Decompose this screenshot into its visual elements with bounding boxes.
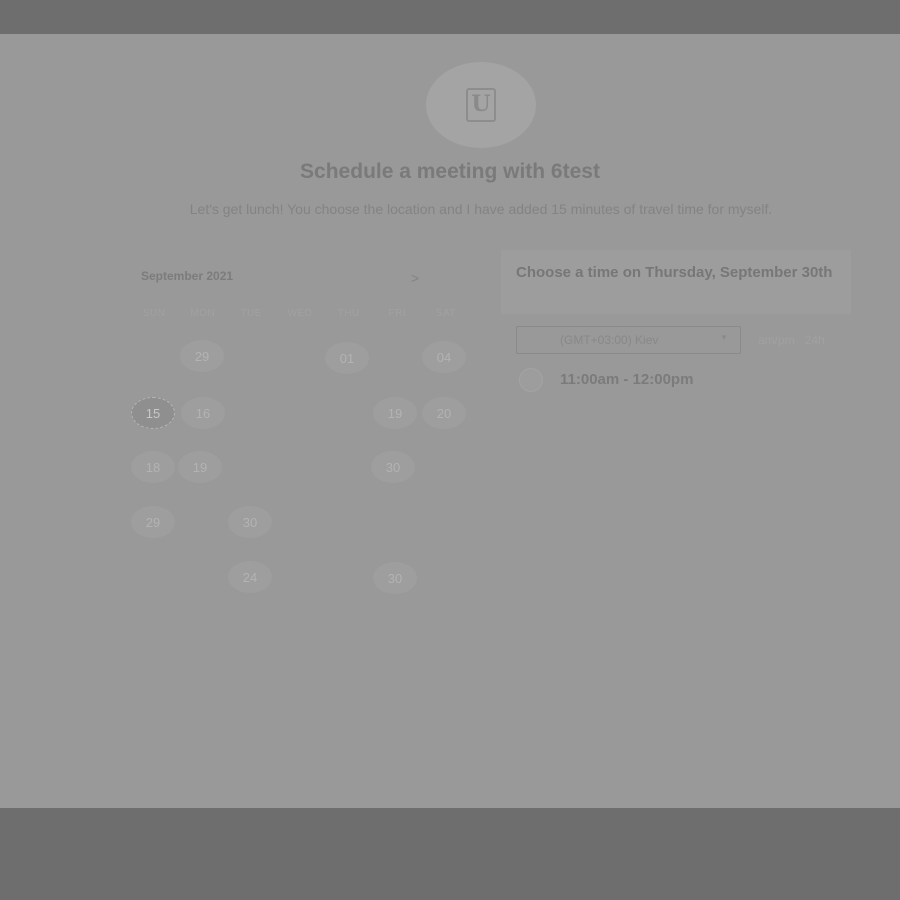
calendar-day[interactable]: 19 — [373, 397, 417, 429]
weekday-sun: SUN — [142, 308, 166, 319]
scheduler-panel: U Schedule a meeting with 6test Let's ge… — [0, 34, 900, 808]
caret-down-icon: ▼ — [720, 333, 728, 342]
page-title: Schedule a meeting with 6test — [300, 160, 600, 183]
weekday-mon: MON — [190, 308, 216, 319]
format-24h-option[interactable]: 24h — [805, 333, 825, 347]
calendar-month-label: September 2021 — [141, 269, 234, 283]
next-month-button[interactable]: > — [411, 270, 419, 286]
calendar-day[interactable]: 20 — [422, 397, 466, 429]
calendar-day[interactable]: 18 — [131, 451, 175, 483]
format-separator — [798, 333, 801, 347]
timezone-select[interactable]: (GMT+03:00) Kiev ▼ — [516, 326, 741, 354]
weekday-thu: THU — [337, 308, 360, 319]
weekday-sat: SAT — [435, 308, 457, 319]
time-panel-header: Choose a time on Thursday, September 30t… — [501, 250, 851, 314]
weekday-fri: FRI — [388, 308, 407, 319]
time-slot-label[interactable]: 11:00am - 12:00pm — [560, 371, 693, 388]
format-ampm-option[interactable]: am/pm — [758, 333, 795, 347]
calendar-day[interactable]: 30 — [371, 451, 415, 483]
time-panel-heading: Choose a time on Thursday, September 30t… — [516, 264, 833, 281]
calendar-day[interactable]: 19 — [178, 451, 222, 483]
meeting-description: Let's get lunch! You choose the location… — [189, 201, 773, 217]
calendar-day[interactable]: 30 — [228, 506, 272, 538]
calendar-day[interactable]: 29 — [180, 340, 224, 372]
calendar-day[interactable]: 01 — [325, 342, 369, 374]
calendar-day[interactable]: 30 — [373, 562, 417, 594]
weekday-header: SUN MON TUE WED THU FRI SAT — [130, 308, 470, 322]
timezone-value: (GMT+03:00) Kiev — [560, 333, 659, 347]
weekday-tue: TUE — [240, 308, 263, 319]
weekday-wed: WED — [287, 308, 313, 319]
avatar-logo-icon: U — [466, 88, 496, 122]
calendar-day[interactable]: 24 — [228, 561, 272, 593]
time-slot-radio[interactable] — [519, 368, 543, 392]
host-avatar: U — [426, 62, 536, 148]
calendar-day[interactable]: 16 — [181, 397, 225, 429]
calendar-day[interactable]: 29 — [131, 506, 175, 538]
time-format-toggle: am/pm 24h — [758, 333, 825, 347]
calendar-day[interactable]: 04 — [422, 341, 466, 373]
calendar-day-today[interactable]: 15 — [131, 397, 175, 429]
